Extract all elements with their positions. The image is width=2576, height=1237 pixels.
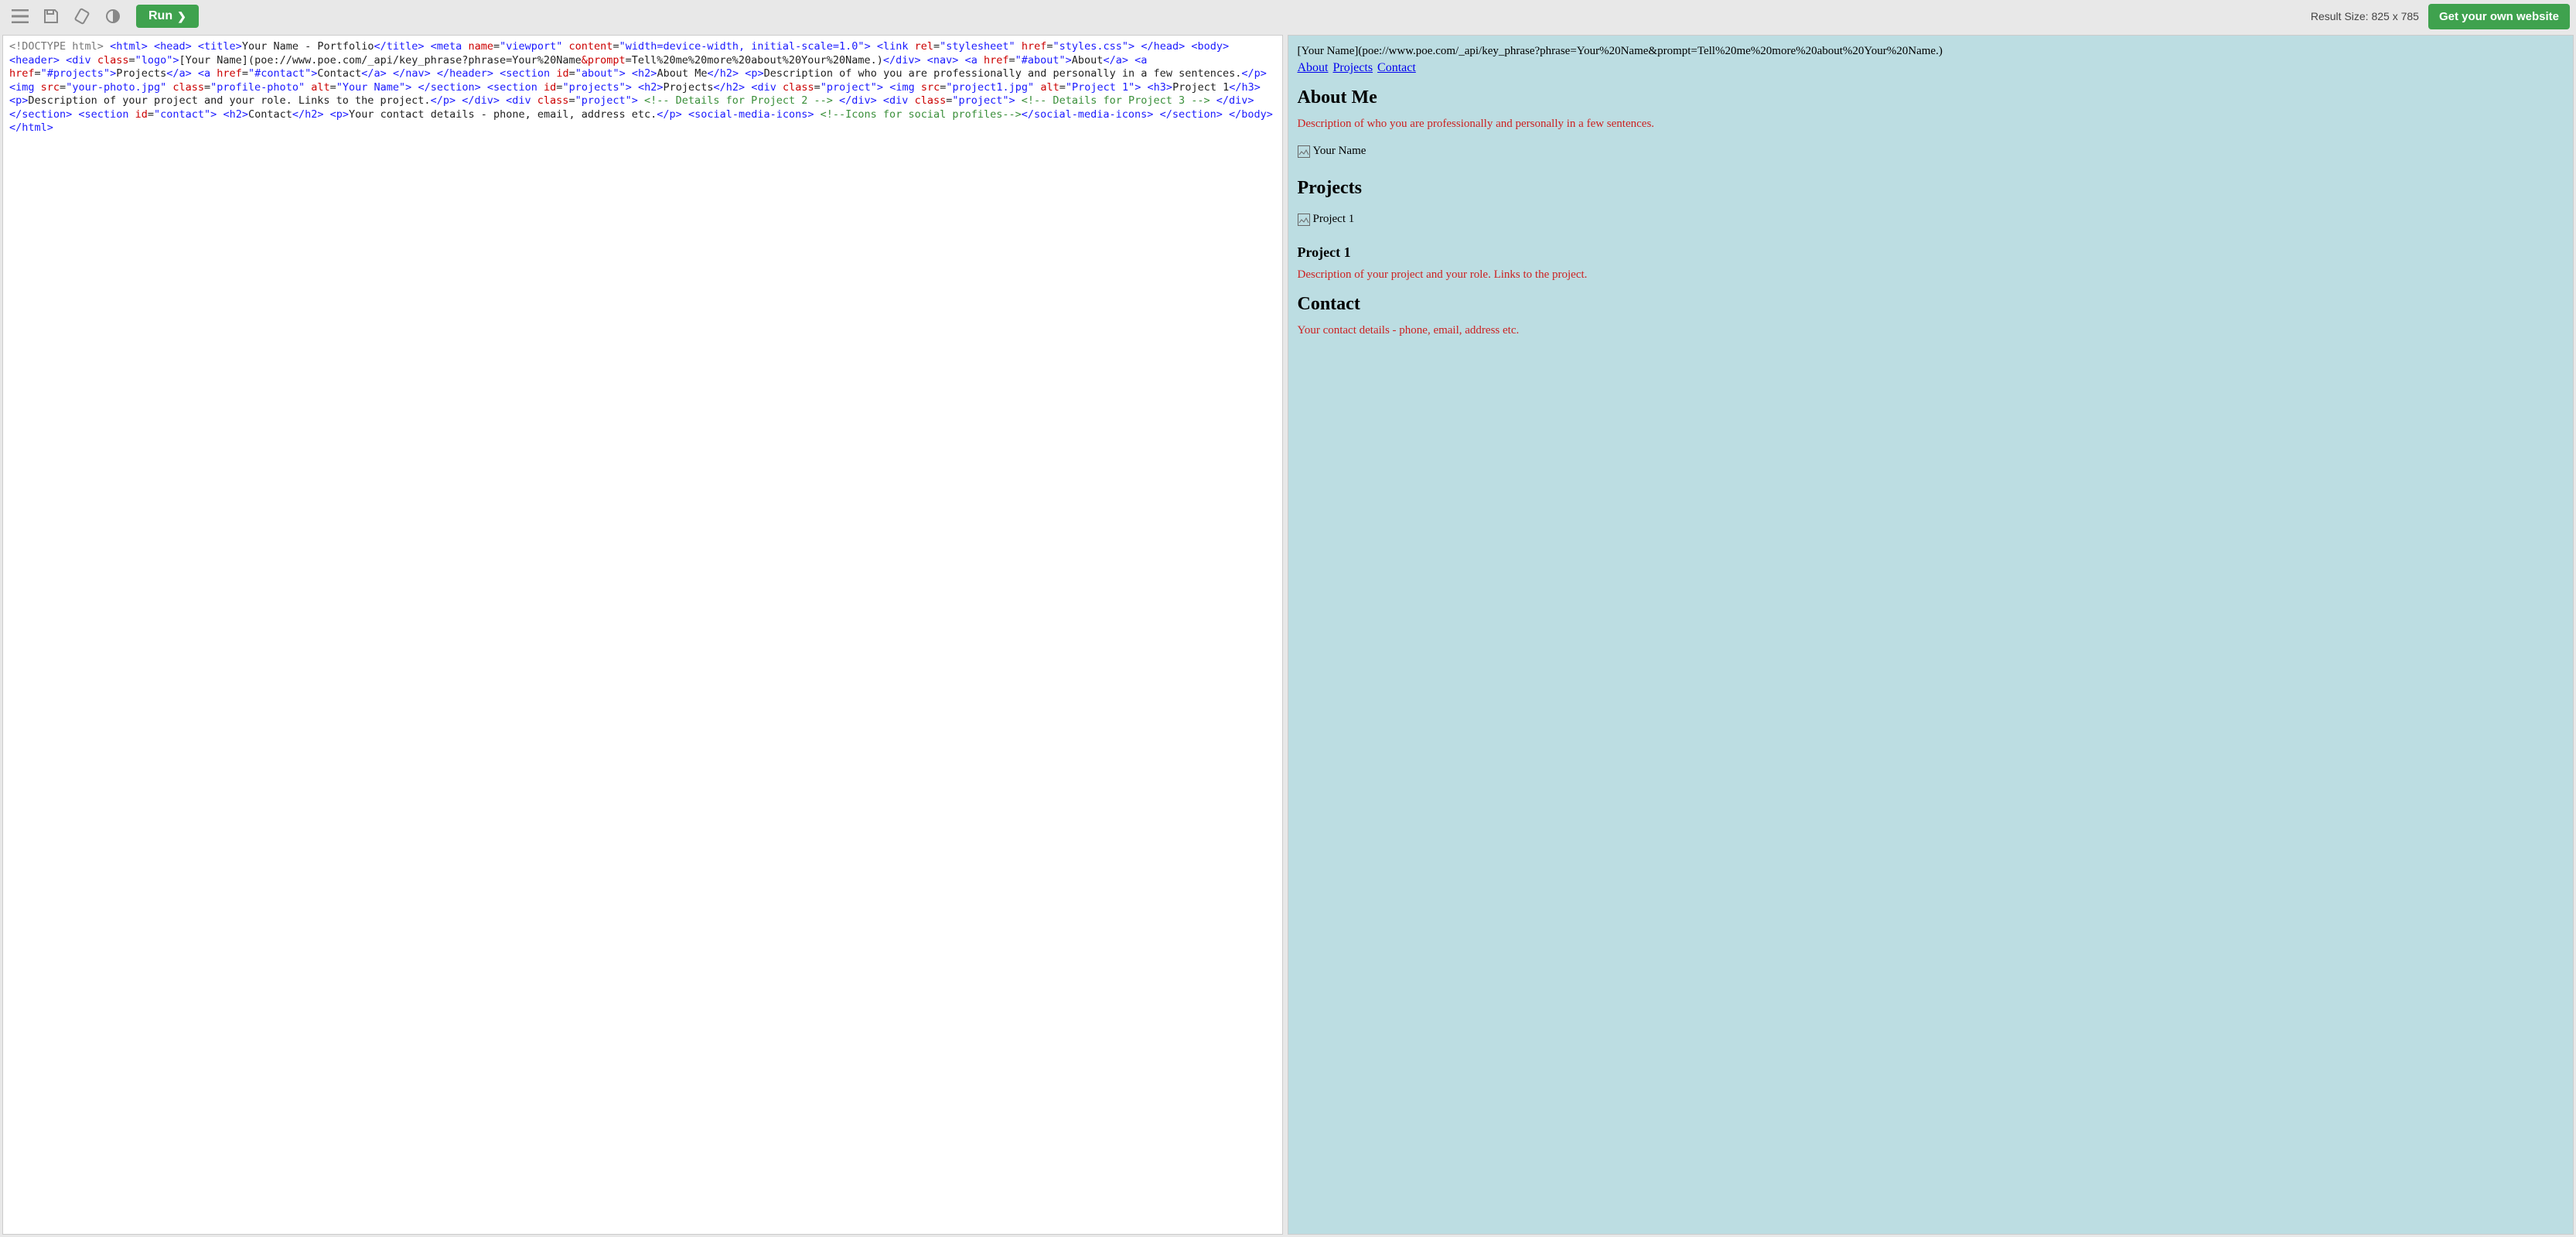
chevron-right-icon: ❯ [177, 10, 186, 23]
preview-pane: [Your Name](poe://www.poe.com/_api/key_p… [1288, 35, 2574, 1235]
broken-image-alt: Your Name [1313, 145, 1366, 158]
result-size-label: Result Size: 825 x 785 [2311, 10, 2419, 22]
contact-heading: Contact [1298, 294, 2564, 315]
nav-contact-link[interactable]: Contact [1377, 61, 1416, 74]
project1-description: Description of your project and your rol… [1298, 268, 2564, 282]
theme-icon[interactable] [99, 4, 127, 29]
about-heading: About Me [1298, 87, 2564, 108]
code-editor[interactable]: <!DOCTYPE html> <html> <head> <title>You… [2, 35, 1283, 1235]
broken-image-project1: Project 1 [1298, 213, 1355, 226]
toolbar: Run ❯ Result Size: 825 x 785 Get your ow… [0, 0, 2576, 32]
nav-projects-link[interactable]: Projects [1333, 61, 1373, 74]
rotate-icon[interactable] [68, 4, 96, 29]
about-description: Description of who you are professionall… [1298, 118, 2564, 131]
menu-icon[interactable] [6, 4, 34, 29]
save-icon[interactable] [37, 4, 65, 29]
nav-about-link[interactable]: About [1298, 61, 1329, 74]
broken-image-icon [1298, 145, 1310, 158]
project1-heading: Project 1 [1298, 244, 2564, 261]
toolbar-left: Run ❯ [6, 4, 199, 29]
logo-text: [Your Name](poe://www.poe.com/_api/key_p… [1298, 43, 2564, 60]
workspace: <!DOCTYPE html> <html> <head> <title>You… [0, 32, 2576, 1237]
nav-links: About Projects Contact [1298, 61, 2564, 75]
toolbar-right: Result Size: 825 x 785 Get your own webs… [2311, 4, 2570, 29]
broken-image-icon [1298, 214, 1310, 226]
projects-heading: Projects [1298, 178, 2564, 199]
run-label: Run [148, 9, 172, 23]
run-button[interactable]: Run ❯ [136, 5, 199, 28]
broken-image-profile: Your Name [1298, 145, 1366, 158]
broken-image-alt: Project 1 [1313, 213, 1355, 226]
contact-description: Your contact details - phone, email, add… [1298, 324, 2564, 337]
get-own-website-button[interactable]: Get your own website [2428, 4, 2570, 29]
